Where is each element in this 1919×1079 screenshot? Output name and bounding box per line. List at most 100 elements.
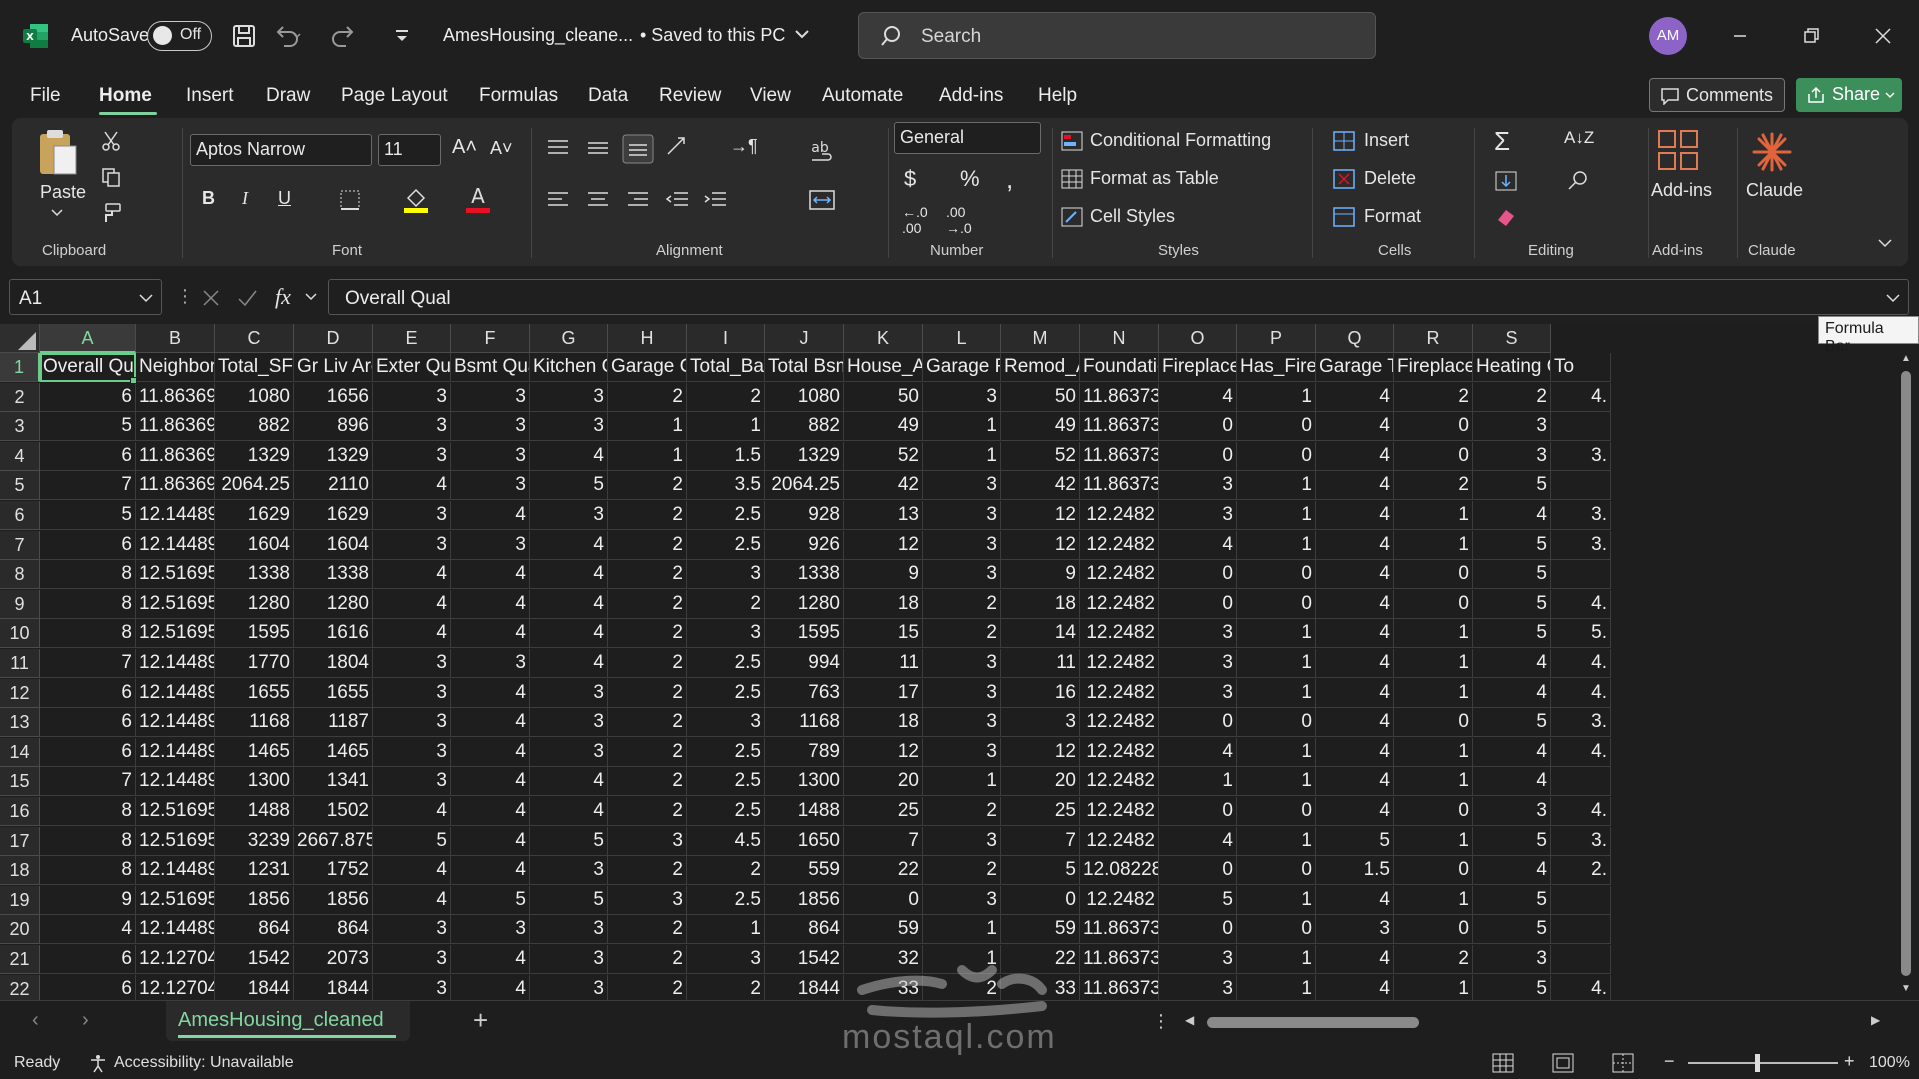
table-cell[interactable]: 11 bbox=[844, 649, 923, 678]
table-cell[interactable]: 25 bbox=[1001, 797, 1080, 826]
table-cell[interactable]: 3 bbox=[1159, 649, 1237, 678]
table-cell[interactable]: 5 bbox=[40, 501, 136, 530]
clear-icon[interactable] bbox=[1494, 206, 1518, 228]
table-cell[interactable]: 5 bbox=[1473, 619, 1551, 648]
table-cell[interactable]: 2 bbox=[608, 738, 687, 767]
table-cell[interactable] bbox=[1551, 560, 1611, 589]
table-cell[interactable]: 4 bbox=[373, 590, 451, 619]
scroll-down-icon[interactable]: ▼ bbox=[1901, 983, 1911, 994]
orientation-icon[interactable] bbox=[664, 134, 692, 160]
table-cell[interactable]: 3 bbox=[530, 383, 608, 412]
table-cell[interactable]: 5 bbox=[1316, 827, 1394, 856]
table-cell[interactable]: 0 bbox=[1237, 915, 1316, 944]
table-cell[interactable]: 1616 bbox=[294, 619, 373, 648]
table-cell[interactable]: 3 bbox=[1473, 412, 1551, 441]
table-cell[interactable]: 4. bbox=[1551, 649, 1611, 678]
header-cell[interactable]: Total_SF bbox=[215, 353, 294, 382]
table-cell[interactable]: 1329 bbox=[215, 442, 294, 471]
table-cell[interactable]: 1502 bbox=[294, 797, 373, 826]
fill-handle[interactable] bbox=[130, 377, 137, 384]
table-cell[interactable]: 2 bbox=[608, 945, 687, 974]
table-cell[interactable]: 3 bbox=[530, 708, 608, 737]
table-cell[interactable]: 2 bbox=[687, 383, 765, 412]
table-cell[interactable]: 1 bbox=[1237, 649, 1316, 678]
table-cell[interactable]: 12.2482 bbox=[1080, 560, 1159, 589]
zoom-level[interactable]: 100% bbox=[1869, 1054, 1910, 1072]
table-cell[interactable]: 1 bbox=[1394, 531, 1473, 560]
table-cell[interactable]: 25 bbox=[844, 797, 923, 826]
table-cell[interactable]: 1338 bbox=[215, 560, 294, 589]
table-cell[interactable]: 6 bbox=[40, 945, 136, 974]
table-cell[interactable]: 4 bbox=[1159, 383, 1237, 412]
table-cell[interactable]: 1 bbox=[1237, 827, 1316, 856]
table-cell[interactable]: 789 bbox=[765, 738, 844, 767]
cell-styles-label[interactable]: Cell Styles bbox=[1090, 206, 1175, 227]
table-cell[interactable]: 4 bbox=[1316, 767, 1394, 796]
redo-icon[interactable] bbox=[328, 20, 360, 52]
table-cell[interactable]: 1280 bbox=[765, 590, 844, 619]
table-cell[interactable]: 2 bbox=[923, 856, 1001, 885]
table-cell[interactable]: 4 bbox=[1316, 590, 1394, 619]
table-cell[interactable]: 5 bbox=[1473, 975, 1551, 1000]
table-cell[interactable]: 1329 bbox=[294, 442, 373, 471]
table-cell[interactable]: 4 bbox=[373, 471, 451, 500]
table-cell[interactable]: 8 bbox=[40, 560, 136, 589]
header-cell[interactable]: Has_Firepl bbox=[1237, 353, 1316, 382]
table-cell[interactable]: 52 bbox=[844, 442, 923, 471]
table-cell[interactable]: 0 bbox=[1394, 856, 1473, 885]
table-cell[interactable]: 4 bbox=[451, 619, 530, 648]
comments-button[interactable]: Comments bbox=[1649, 78, 1785, 112]
table-cell[interactable]: 2 bbox=[1394, 471, 1473, 500]
spreadsheet-grid[interactable]: ABCDEFGHIJKLMNOPQRS 1 2 3 4 5 6 7 8 9 10 11 12 13 14 1… bbox=[0, 324, 1919, 1000]
table-cell[interactable]: 5 bbox=[1473, 827, 1551, 856]
accessibility-status[interactable]: Accessibility: Unavailable bbox=[114, 1054, 294, 1072]
table-cell[interactable]: 4 bbox=[373, 886, 451, 915]
table-cell[interactable]: 1542 bbox=[215, 945, 294, 974]
table-cell[interactable]: 4 bbox=[451, 738, 530, 767]
table-cell[interactable]: 11.86373 bbox=[1080, 442, 1159, 471]
row-header[interactable]: 13 bbox=[0, 708, 40, 737]
autosum-icon[interactable]: Σ bbox=[1494, 126, 1510, 157]
table-cell[interactable]: 4 bbox=[530, 767, 608, 796]
table-cell[interactable]: 4 bbox=[451, 560, 530, 589]
table-cell[interactable]: 11.86369 bbox=[136, 442, 215, 471]
expand-formula-bar-icon[interactable] bbox=[1885, 292, 1901, 304]
table-cell[interactable]: 0 bbox=[1237, 797, 1316, 826]
share-button[interactable]: Share bbox=[1796, 78, 1902, 112]
row-header[interactable]: 14 bbox=[0, 738, 40, 767]
table-cell[interactable]: 2.5 bbox=[687, 531, 765, 560]
table-cell[interactable]: 2 bbox=[923, 619, 1001, 648]
table-cell[interactable]: 12.2482 bbox=[1080, 619, 1159, 648]
table-cell[interactable]: 1856 bbox=[294, 886, 373, 915]
tab-help[interactable]: Help bbox=[1038, 85, 1077, 107]
close-icon[interactable] bbox=[1869, 22, 1897, 50]
tab-formulas[interactable]: Formulas bbox=[479, 85, 558, 107]
header-cell[interactable]: Remod_Ag bbox=[1001, 353, 1080, 382]
table-cell[interactable]: 2 bbox=[608, 767, 687, 796]
table-cell[interactable]: 1231 bbox=[215, 856, 294, 885]
table-cell[interactable]: 12 bbox=[1001, 501, 1080, 530]
table-cell[interactable]: 1.5 bbox=[1316, 856, 1394, 885]
table-cell[interactable]: 5. bbox=[1551, 619, 1611, 648]
table-cell[interactable]: 1465 bbox=[294, 738, 373, 767]
column-header-i[interactable]: I bbox=[687, 324, 765, 353]
table-cell[interactable]: 1300 bbox=[215, 767, 294, 796]
column-header-g[interactable]: G bbox=[530, 324, 608, 353]
table-cell[interactable]: 6 bbox=[40, 679, 136, 708]
table-cell[interactable]: 5 bbox=[1473, 531, 1551, 560]
column-header-d[interactable]: D bbox=[294, 324, 373, 353]
table-cell[interactable]: 0 bbox=[1159, 590, 1237, 619]
table-cell[interactable]: 3 bbox=[530, 975, 608, 1000]
table-cell[interactable]: 1844 bbox=[215, 975, 294, 1000]
table-cell[interactable]: 42 bbox=[844, 471, 923, 500]
table-cell[interactable]: 2 bbox=[687, 975, 765, 1000]
column-header-e[interactable]: E bbox=[373, 324, 451, 353]
table-cell[interactable]: 1280 bbox=[294, 590, 373, 619]
row-header[interactable]: 10 bbox=[0, 619, 40, 648]
table-cell[interactable]: 4 bbox=[1316, 945, 1394, 974]
table-cell[interactable]: 4 bbox=[40, 915, 136, 944]
tab-file[interactable]: File bbox=[30, 85, 61, 107]
table-cell[interactable]: 2 bbox=[608, 856, 687, 885]
save-icon[interactable] bbox=[228, 20, 260, 52]
table-cell[interactable]: 20 bbox=[844, 767, 923, 796]
